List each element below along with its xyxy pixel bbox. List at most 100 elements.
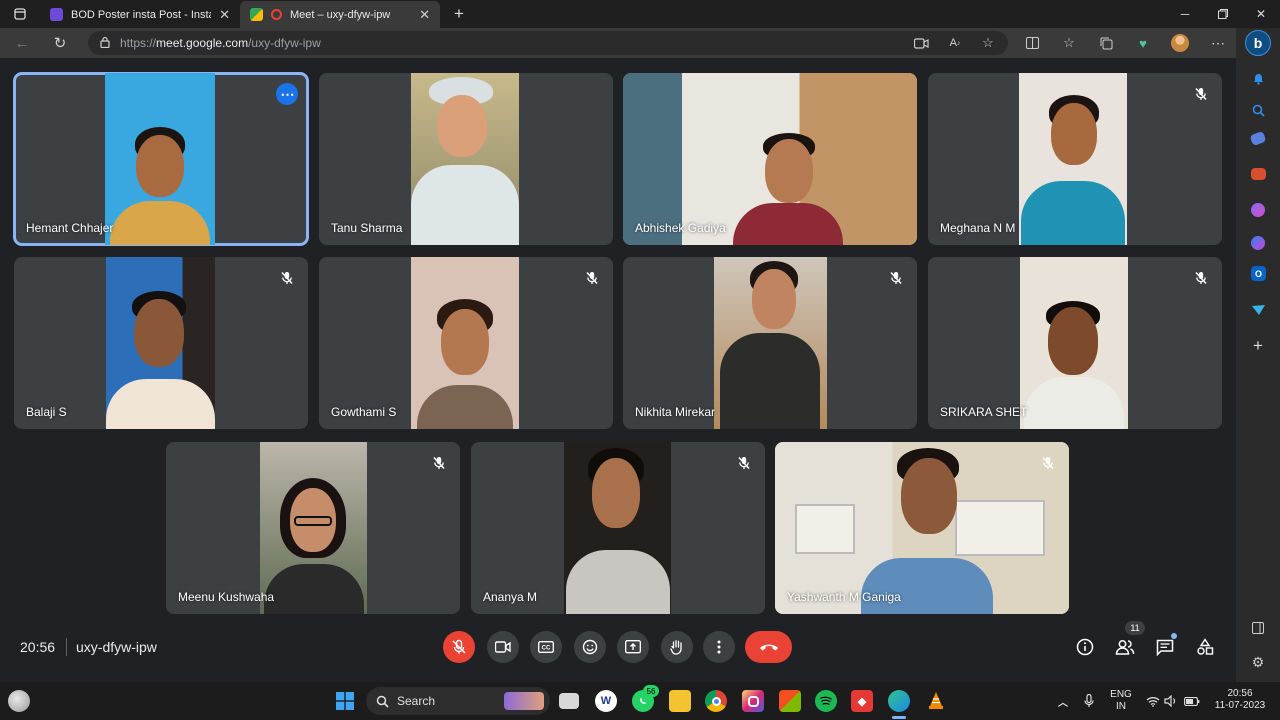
- settings-more-icon[interactable]: ⋯: [1208, 33, 1228, 53]
- sidebar-settings-gear-icon[interactable]: ⚙: [1248, 652, 1268, 672]
- instagram-icon[interactable]: [742, 690, 764, 712]
- camera-toggle-button[interactable]: [487, 631, 519, 663]
- spotify-icon[interactable]: [815, 690, 837, 712]
- captions-button[interactable]: CC: [530, 631, 562, 663]
- shopping-tag-icon[interactable]: [1249, 130, 1267, 147]
- participant-video: [1019, 73, 1127, 245]
- participant-tile[interactable]: Balaji S: [14, 257, 308, 429]
- people-button[interactable]: [1111, 633, 1139, 661]
- more-options-icon[interactable]: ⋯: [276, 83, 298, 105]
- volume-icon[interactable]: [1160, 690, 1182, 712]
- search-icon[interactable]: [1248, 100, 1268, 120]
- split-screen-icon[interactable]: [1022, 33, 1042, 53]
- task-view-icon[interactable]: [559, 693, 579, 709]
- participant-video: [260, 442, 367, 614]
- windows-taskbar: Search W 56 ◆ ︿ ENG IN 20:56 11-07-2023: [0, 682, 1280, 720]
- outlook-icon[interactable]: O: [1251, 266, 1266, 281]
- participant-tile[interactable]: Ananya M: [471, 442, 765, 614]
- drop-icon[interactable]: [1248, 300, 1268, 320]
- taskbar-search[interactable]: Search: [366, 687, 550, 715]
- instagram-favicon-icon: [50, 8, 63, 21]
- raise-hand-button[interactable]: [661, 631, 693, 663]
- participant-video: [714, 257, 827, 429]
- browser-essentials-icon[interactable]: ♥: [1133, 33, 1153, 53]
- tab-title: BOD Poster insta Post - Instagram: [71, 8, 211, 21]
- file-explorer-icon[interactable]: [669, 690, 691, 712]
- meeting-details-button[interactable]: [1071, 633, 1099, 661]
- camera-in-use-icon[interactable]: [911, 33, 931, 53]
- participant-video: [775, 442, 1069, 614]
- vlc-icon[interactable]: [925, 690, 947, 712]
- participant-tile[interactable]: Yashwanth M Ganiga: [775, 442, 1069, 614]
- people-icon: [1115, 640, 1135, 655]
- meet-stage: ⋯ Hemant Chhajer Tanu Sharma Abhishek Ga…: [0, 58, 1236, 682]
- edge-icon[interactable]: [888, 690, 910, 712]
- tab-instagram[interactable]: BOD Poster insta Post - Instagram ✕: [40, 1, 240, 28]
- minimize-icon[interactable]: ─: [1166, 0, 1204, 28]
- refresh-icon[interactable]: ↻: [48, 32, 72, 54]
- participant-tile[interactable]: Nikhita Mirekar: [623, 257, 917, 429]
- more-options-button[interactable]: [703, 631, 735, 663]
- participant-tile[interactable]: SRIKARA SHET: [928, 257, 1222, 429]
- participant-name: Meenu Kushwaha: [178, 590, 275, 604]
- tab-actions-icon[interactable]: [2, 0, 38, 28]
- back-icon[interactable]: ←: [10, 32, 34, 54]
- participant-name: Hemant Chhajer: [26, 221, 114, 235]
- copilot-icon[interactable]: [1248, 233, 1268, 253]
- active-app-indicator: [892, 716, 906, 719]
- participant-name: Meghana N M: [940, 221, 1016, 235]
- weather-icon[interactable]: [8, 690, 30, 712]
- anydesk-icon[interactable]: ◆: [851, 690, 873, 712]
- reactions-button[interactable]: [574, 631, 606, 663]
- read-aloud-icon[interactable]: A ♪: [945, 33, 965, 53]
- collections-icon[interactable]: [1096, 33, 1116, 53]
- games-icon[interactable]: [1248, 200, 1268, 220]
- participant-tile[interactable]: Gowthami S: [319, 257, 613, 429]
- battery-icon[interactable]: [1181, 690, 1203, 712]
- microsoft-store-icon[interactable]: [779, 690, 801, 712]
- add-sidebar-app-icon[interactable]: +: [1248, 336, 1268, 356]
- participant-name: Tanu Sharma: [331, 221, 403, 235]
- tab-meet[interactable]: Meet – uxy-dfyw-ipw ✕: [240, 1, 440, 28]
- participant-count-badge: 11: [1125, 621, 1145, 635]
- new-tab-icon[interactable]: +: [440, 0, 478, 28]
- shapes-icon: [1197, 638, 1214, 655]
- app-w-icon[interactable]: W: [595, 690, 617, 712]
- close-tab-icon[interactable]: ✕: [419, 7, 430, 23]
- activities-button[interactable]: [1191, 633, 1219, 661]
- tools-briefcase-icon[interactable]: [1251, 168, 1266, 180]
- bing-copilot-icon[interactable]: b: [1245, 30, 1271, 56]
- search-label: Search: [397, 694, 436, 708]
- tab-title: Meet – uxy-dfyw-ipw: [290, 8, 391, 21]
- emoji-icon: [582, 639, 598, 655]
- participant-tile[interactable]: Abhishek Gadiya: [623, 73, 917, 245]
- url-field[interactable]: https://meet.google.com/uxy-dfyw-ipw: [88, 31, 1008, 55]
- chrome-icon[interactable]: [705, 690, 727, 712]
- maximize-icon[interactable]: [1204, 0, 1242, 28]
- input-language[interactable]: ENG IN: [1106, 689, 1136, 713]
- participant-tile[interactable]: Meenu Kushwaha: [166, 442, 460, 614]
- tray-chevron-icon[interactable]: ︿: [1052, 690, 1074, 712]
- close-window-icon[interactable]: ✕: [1242, 0, 1280, 28]
- edge-sidebar: b O + ⚙: [1236, 28, 1280, 682]
- participant-tile[interactable]: Meghana N M: [928, 73, 1222, 245]
- chat-icon: [1156, 639, 1174, 656]
- participant-tile[interactable]: Tanu Sharma: [319, 73, 613, 245]
- microphone-icon[interactable]: [1078, 690, 1100, 712]
- mic-toggle-button[interactable]: [443, 631, 475, 663]
- favorite-star-icon[interactable]: ☆: [978, 33, 998, 53]
- present-screen-button[interactable]: [617, 631, 649, 663]
- notification-bell-icon[interactable]: [1248, 68, 1268, 88]
- participant-video: [623, 73, 917, 245]
- profile-avatar[interactable]: [1170, 33, 1190, 53]
- meet-control-bar: 20:56 uxy-dfyw-ipw CC: [0, 620, 1236, 682]
- close-tab-icon[interactable]: ✕: [219, 7, 230, 23]
- system-clock[interactable]: 20:56 11-07-2023: [1206, 688, 1274, 712]
- info-icon: [1076, 638, 1094, 656]
- favorites-icon[interactable]: ☆: [1059, 33, 1079, 53]
- participant-tile[interactable]: ⋯ Hemant Chhajer: [13, 72, 309, 246]
- leave-call-button[interactable]: [745, 631, 792, 663]
- chat-button[interactable]: [1151, 633, 1179, 661]
- start-windows-icon[interactable]: [334, 690, 356, 712]
- hide-sidebar-icon[interactable]: [1248, 618, 1268, 638]
